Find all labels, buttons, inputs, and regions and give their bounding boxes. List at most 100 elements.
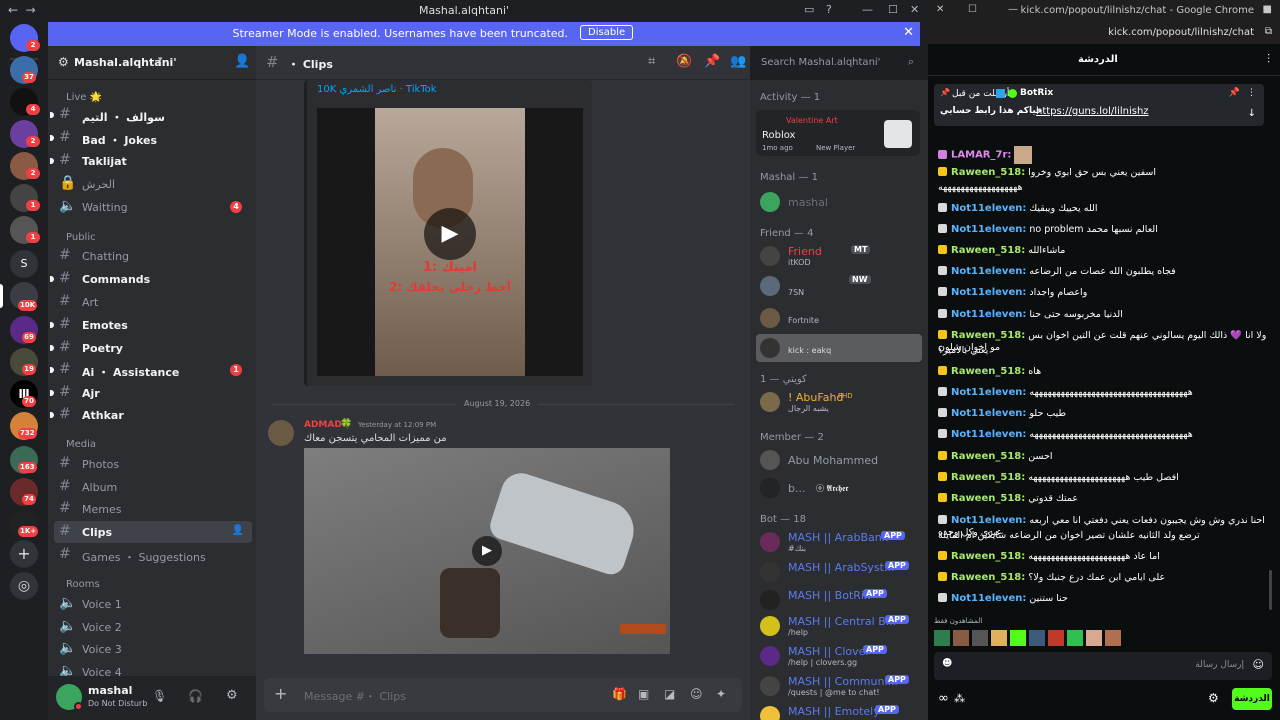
headphones-icon[interactable]: 🎧 bbox=[188, 689, 203, 703]
kick-points-icon[interactable]: ∞ bbox=[938, 691, 949, 706]
apps-icon[interactable]: ✦ bbox=[716, 687, 726, 701]
guild-header[interactable]: ⚙ Mashal.alqhtani' ▾ 👤 bbox=[48, 46, 256, 80]
category-live[interactable]: Live 🌟 bbox=[66, 92, 102, 103]
voice-channel[interactable]: 🔈 Voice 3 bbox=[54, 638, 252, 660]
chat-username[interactable]: Raween_518: bbox=[951, 167, 1025, 178]
emoji-icon[interactable]: ☺ bbox=[1253, 658, 1264, 671]
viewer-avatar[interactable] bbox=[1010, 630, 1026, 646]
members-icon[interactable]: 👥 bbox=[730, 54, 746, 69]
bot-item[interactable]: MASH || Clover APP/help | clovers.gg bbox=[756, 642, 922, 670]
viewer-avatar[interactable] bbox=[1048, 630, 1064, 646]
message-input[interactable]: Message #・ Clips bbox=[304, 688, 406, 704]
emoji-icon[interactable]: ☺ bbox=[690, 687, 703, 701]
gta-video[interactable]: ▶ bbox=[304, 448, 670, 654]
member-item[interactable]: Fortnite bbox=[756, 304, 922, 332]
kick-apps-icon[interactable]: ⁂ bbox=[954, 692, 965, 705]
play-icon[interactable]: ▶ bbox=[424, 208, 476, 260]
avatar[interactable] bbox=[268, 420, 294, 446]
viewer-avatar[interactable] bbox=[1029, 630, 1045, 646]
chat-username[interactable]: Raween_518: bbox=[951, 451, 1025, 462]
channel-item[interactable]: # Chatting bbox=[54, 245, 252, 267]
search-input[interactable]: Search Mashal.alqhtani' bbox=[761, 57, 880, 68]
channel-item[interactable]: # Poetry bbox=[50, 337, 252, 359]
chat-username[interactable]: Not11eleven: bbox=[951, 429, 1026, 440]
chat-username[interactable]: Raween_518: bbox=[951, 366, 1025, 377]
channel-item[interactable]: # Emotes bbox=[50, 314, 252, 336]
bot-item[interactable]: MASH || ArabSyst... APP bbox=[756, 558, 922, 586]
viewer-avatar[interactable] bbox=[1105, 630, 1121, 646]
restore-icon[interactable]: ☐ bbox=[968, 4, 977, 15]
voice-channel[interactable]: 🔈 Voice 1 bbox=[54, 593, 252, 615]
pinned-user[interactable]: BotRix bbox=[1020, 88, 1053, 98]
member-item[interactable]: b... ⓞ 𝕬𝖗𝖈𝖍𝖊𝖗 bbox=[756, 474, 922, 502]
embed-link[interactable]: 10K ناصر الشمري · TikTok bbox=[317, 84, 437, 95]
chat-username[interactable]: Not11eleven: bbox=[951, 515, 1026, 526]
channel-item[interactable]: # Ai ・ Assistance 1 bbox=[50, 359, 252, 381]
inbox-icon[interactable]: ▭ bbox=[804, 3, 814, 16]
pinned-link[interactable]: https://guns.lol/lilnishz bbox=[1036, 106, 1149, 117]
microphone-icon[interactable]: 🎙 bbox=[152, 689, 167, 703]
activity-card[interactable]: Valentine Art Roblox 1mo ago New Player bbox=[756, 110, 920, 156]
channel-item[interactable]: # Art bbox=[54, 291, 252, 313]
help-icon[interactable]: ? bbox=[826, 3, 832, 16]
users-icon[interactable]: ⫶ bbox=[1267, 52, 1270, 67]
disable-button[interactable]: Disable bbox=[580, 25, 634, 40]
channel-item[interactable]: # Album bbox=[54, 476, 252, 498]
viewer-avatar[interactable] bbox=[972, 630, 988, 646]
chat-username[interactable]: Not11eleven: bbox=[951, 309, 1026, 320]
maximize-icon[interactable]: ☐ bbox=[888, 3, 898, 16]
invite-icon[interactable]: 👤 bbox=[232, 525, 244, 536]
settings-gear-icon[interactable]: ⚙ bbox=[1208, 691, 1219, 705]
viewer-avatar[interactable] bbox=[1067, 630, 1083, 646]
bot-item[interactable]: MASH || Emotely APP bbox=[756, 702, 922, 720]
channel-item[interactable]: # Bad ・ Jokes bbox=[50, 127, 252, 149]
scroll-down-icon[interactable]: ↓ bbox=[1248, 108, 1256, 119]
member-item[interactable]: mashal bbox=[756, 188, 922, 216]
viewer-avatar[interactable] bbox=[1086, 630, 1102, 646]
voice-channel[interactable]: 🔈 Voice 2 bbox=[54, 616, 252, 638]
kick-message-input[interactable]: إرسال رسالة bbox=[1195, 660, 1244, 670]
category-public[interactable]: Public bbox=[66, 232, 96, 243]
close-icon[interactable]: ✕ bbox=[910, 3, 919, 16]
unpin-icon[interactable]: 📌 bbox=[1229, 88, 1240, 98]
viewer-avatar[interactable] bbox=[991, 630, 1007, 646]
gif-icon[interactable]: ▣ bbox=[638, 687, 649, 701]
message-author[interactable]: ADMAD bbox=[304, 420, 342, 430]
plus-icon[interactable]: + bbox=[274, 684, 287, 703]
emote-picker-icon[interactable]: ☻ bbox=[942, 658, 952, 669]
gift-icon[interactable]: 🎁 bbox=[612, 687, 627, 701]
play-icon[interactable]: ▶ bbox=[472, 536, 502, 566]
chat-username[interactable]: LAMAR_7r: bbox=[951, 150, 1011, 161]
channel-item[interactable]: # Photos bbox=[54, 453, 252, 475]
discover-icon[interactable]: ◎ bbox=[10, 572, 38, 600]
viewer-avatar[interactable] bbox=[934, 630, 950, 646]
member-item-hover[interactable]: kick : eakq bbox=[756, 334, 922, 362]
bot-item[interactable]: MASH || Communi... APP/quests | @me to ch… bbox=[756, 672, 922, 700]
scrollbar[interactable] bbox=[1269, 570, 1272, 610]
chat-username[interactable]: Not11eleven: bbox=[951, 287, 1026, 298]
server-icon[interactable]: S bbox=[10, 250, 38, 278]
channel-item[interactable]: # Commands bbox=[50, 268, 252, 290]
chat-username[interactable]: Not11eleven: bbox=[951, 593, 1026, 604]
banner-close-icon[interactable]: ✕ bbox=[903, 25, 914, 40]
url-text[interactable]: kick.com/popout/lilnishz/chat bbox=[1108, 27, 1254, 38]
channel-item[interactable]: 🔈 Waitting 4 bbox=[54, 196, 252, 218]
chat-username[interactable]: Not11eleven: bbox=[951, 266, 1026, 277]
bot-item[interactable]: MASH || ArabBank APP #بنك bbox=[756, 528, 922, 556]
channel-item[interactable]: # Games ・ Suggestions bbox=[54, 544, 252, 566]
video-thumbnail[interactable]: ▶ 1: اميتك 2: أحط رجلي بحلقك bbox=[317, 108, 583, 376]
channel-item[interactable]: 🔒 الحرش bbox=[54, 173, 252, 195]
chat-username[interactable]: Raween_518: bbox=[951, 330, 1025, 341]
notifications-icon[interactable]: 🔕 bbox=[676, 54, 692, 69]
chat-username[interactable]: Raween_518: bbox=[951, 551, 1025, 562]
channel-item[interactable]: # Athkar bbox=[50, 404, 252, 426]
minimize-icon[interactable]: — bbox=[862, 3, 873, 16]
chat-username[interactable]: Not11eleven: bbox=[951, 203, 1026, 214]
channel-item-selected[interactable]: # Clips 👤 bbox=[54, 521, 252, 543]
add-user-icon[interactable]: 👤 bbox=[234, 54, 250, 69]
chat-username[interactable]: Raween_518: bbox=[951, 245, 1025, 256]
chat-username[interactable]: Not11eleven: bbox=[951, 408, 1026, 419]
member-item[interactable]: Abu Mohammed bbox=[756, 446, 922, 474]
minimize-icon[interactable]: — bbox=[1008, 4, 1018, 15]
chat-username[interactable]: Not11eleven: bbox=[951, 387, 1026, 398]
